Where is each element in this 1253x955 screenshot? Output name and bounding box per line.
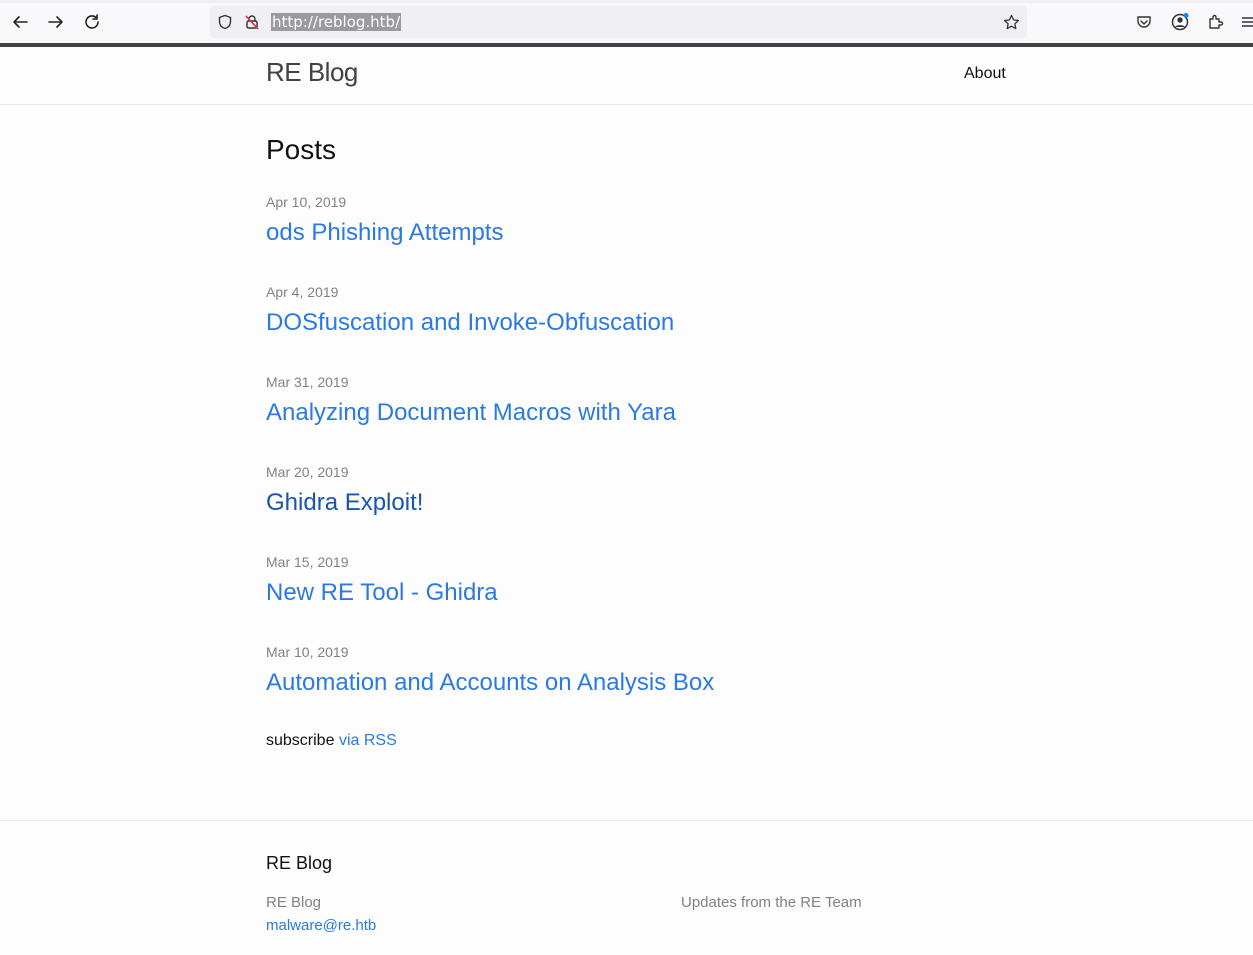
post-title-link[interactable]: Analyzing Document Macros with Yara	[266, 399, 676, 427]
post-item: Mar 10, 2019 Automation and Accounts on …	[266, 643, 714, 697]
footer-site-name: RE Blog	[266, 894, 322, 911]
rss-prefix: subscribe	[266, 732, 335, 749]
shield-icon[interactable]	[216, 13, 234, 31]
footer-heading: RE Blog	[266, 853, 333, 873]
post-item: Mar 31, 2019 Analyzing Document Macros w…	[266, 373, 676, 427]
posts-heading: Posts	[266, 134, 337, 165]
pocket-icon[interactable]	[1133, 11, 1155, 33]
nav-about-link[interactable]: About	[964, 65, 1006, 83]
post-date: Mar 15, 2019	[266, 554, 349, 570]
rss-link[interactable]: via RSS	[339, 732, 397, 749]
post-item: Apr 4, 2019 DOSfuscation and Invoke-Obfu…	[266, 283, 674, 337]
forward-arrow-icon[interactable]	[43, 9, 69, 35]
extensions-icon[interactable]	[1205, 11, 1227, 33]
post-date: Mar 20, 2019	[266, 464, 349, 480]
post-title-link[interactable]: ods Phishing Attempts	[266, 219, 503, 247]
tab-strip-edge	[0, 0, 1253, 3]
post-date: Mar 31, 2019	[266, 374, 349, 390]
post-title-link[interactable]: Ghidra Exploit!	[266, 489, 423, 517]
post-item: Mar 15, 2019 New RE Tool - Ghidra	[266, 553, 498, 607]
post-item: Mar 20, 2019 Ghidra Exploit!	[266, 463, 423, 517]
reload-icon[interactable]	[79, 9, 105, 35]
back-arrow-icon[interactable]	[7, 9, 33, 35]
post-date: Apr 10, 2019	[266, 194, 347, 210]
account-icon[interactable]	[1169, 11, 1191, 33]
url-text[interactable]: http://reblog.htb/	[271, 13, 402, 31]
insecure-lock-icon[interactable]	[243, 13, 261, 31]
browser-toolbar: http://reblog.htb/	[0, 0, 1253, 44]
post-title-link[interactable]: DOSfuscation and Invoke-Obfuscation	[266, 309, 674, 337]
menu-icon[interactable]	[1240, 11, 1253, 33]
site-header: RE Blog About	[0, 47, 1253, 105]
bookmark-star-icon[interactable]	[1002, 13, 1020, 31]
site-footer: RE Blog RE Blog malware@re.htb Updates f…	[0, 820, 1253, 955]
post-date: Mar 10, 2019	[266, 644, 349, 660]
post-item: Apr 10, 2019 ods Phishing Attempts	[266, 193, 503, 247]
site-title-link[interactable]: RE Blog	[266, 57, 358, 88]
address-bar[interactable]: http://reblog.htb/	[210, 6, 1027, 38]
post-date: Apr 4, 2019	[266, 284, 339, 300]
footer-description: Updates from the RE Team	[681, 894, 862, 911]
post-title-link[interactable]: Automation and Accounts on Analysis Box	[266, 669, 714, 697]
footer-email-link[interactable]: malware@re.htb	[266, 917, 376, 934]
rss-subscribe: subscribe via RSS	[266, 732, 397, 750]
post-title-link[interactable]: New RE Tool - Ghidra	[266, 579, 498, 607]
